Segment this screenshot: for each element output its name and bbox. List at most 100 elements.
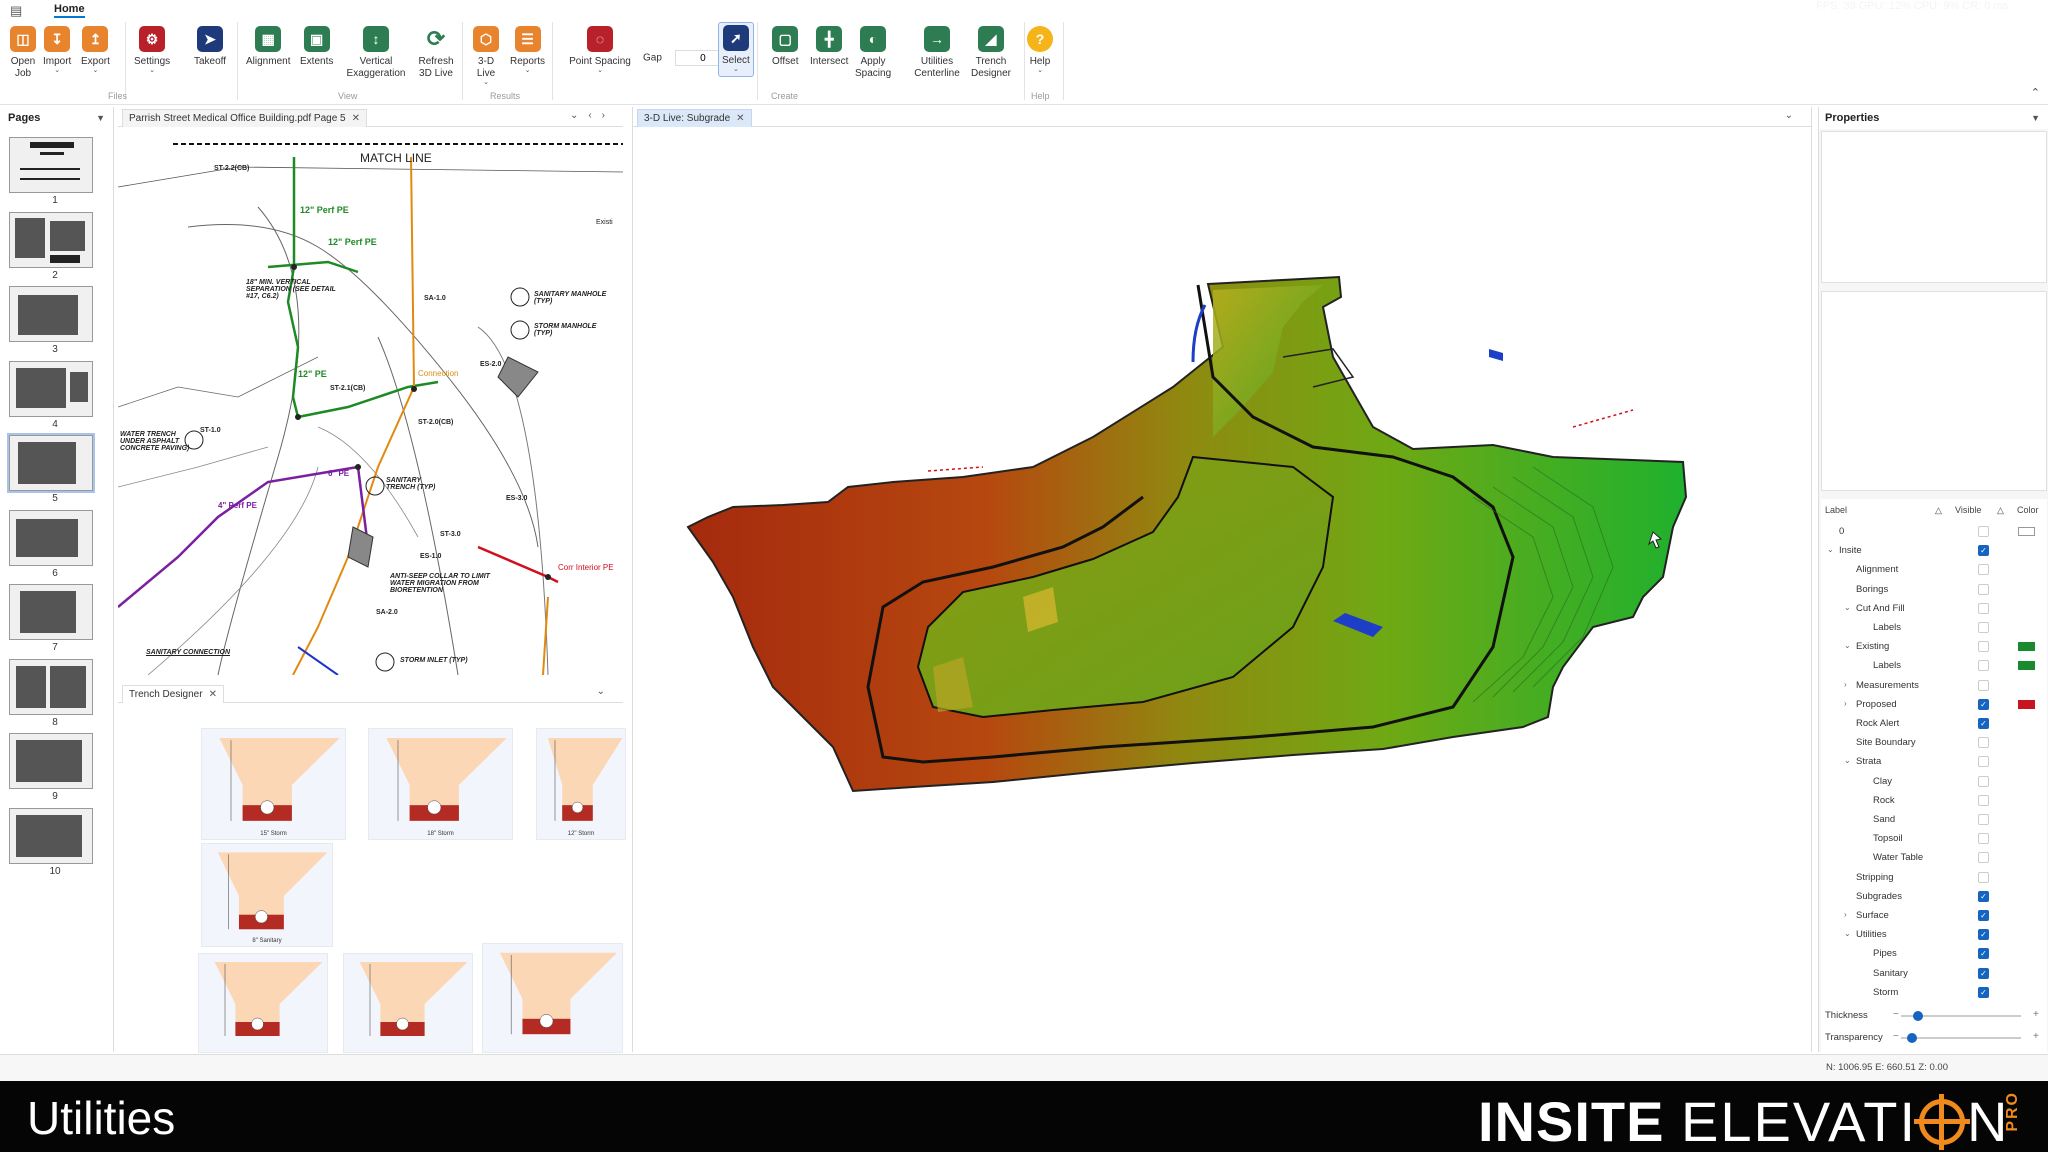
visible-checkbox[interactable] [1978, 622, 1989, 633]
visible-checkbox[interactable]: ✓ [1978, 929, 1989, 941]
vertical-exaggeration-button[interactable]: ↕ Vertical Exaggeration [341, 26, 411, 80]
refresh-3d-live-button[interactable]: ⟳ Refresh 3D Live [416, 26, 456, 80]
offset-button[interactable]: ▢ Offset [772, 26, 799, 68]
pdf-tab[interactable]: Parrish Street Medical Office Building.p… [122, 109, 367, 127]
apply-spacing-button[interactable]: ◐ Apply Spacing [855, 26, 891, 80]
3d-live-button[interactable]: ⬡ 3-D Live ⌄ [473, 26, 499, 86]
transparency-knob[interactable] [1907, 1033, 1917, 1043]
visible-checkbox[interactable] [1978, 871, 1989, 883]
pdf-drawing-canvas[interactable]: MATCH LINE 12" Perf PE 12" Perf PE 12" P… [118, 127, 623, 675]
minus-icon[interactable]: − [1893, 1031, 1899, 1042]
layer-row[interactable]: ⌄ Insite ✓ [1821, 542, 2047, 561]
page-thumbnail[interactable] [7, 433, 95, 493]
point-spacing-button[interactable]: ◌ Point Spacing ⌄ [567, 26, 633, 74]
expand-chevron-icon[interactable]: ⌄ [1844, 929, 1851, 938]
visible-checkbox[interactable]: ✓ [1978, 545, 1989, 557]
page-thumbnail[interactable] [9, 211, 93, 268]
alignment-button[interactable]: ▦ Alignment [246, 26, 290, 68]
layer-row[interactable]: Water Table [1821, 849, 2047, 868]
3d-terrain-viewport[interactable] [633, 127, 1811, 1051]
page-thumbnail[interactable] [9, 509, 93, 566]
layer-row[interactable]: 0 [1821, 523, 2047, 542]
3d-live-tab[interactable]: 3-D Live: Subgrade ✕ [637, 109, 752, 127]
thickness-knob[interactable] [1913, 1011, 1923, 1021]
visible-checkbox[interactable] [1978, 602, 1989, 614]
visible-checkbox[interactable] [1978, 775, 1989, 787]
visible-checkbox[interactable] [1978, 641, 1989, 653]
page-thumbnail[interactable] [9, 584, 93, 640]
visible-checkbox[interactable] [1978, 583, 1989, 595]
layer-row[interactable]: Labels [1821, 619, 2047, 638]
sort-icon[interactable]: △ [1997, 505, 2004, 516]
layer-row[interactable]: Subgrades ✓ [1821, 888, 2047, 907]
3d-dropdown-icon[interactable]: ⌄ [1785, 110, 1803, 121]
expand-chevron-icon[interactable]: ⌄ [1844, 603, 1851, 612]
layer-row[interactable]: Borings [1821, 581, 2047, 600]
pin-icon[interactable]: ▼ [96, 113, 105, 123]
layer-color-swatch[interactable] [2018, 527, 2035, 536]
page-thumbnail[interactable] [9, 658, 93, 715]
intersect-button[interactable]: ╋ Intersect [810, 26, 848, 68]
visible-checkbox[interactable] [1978, 833, 1989, 845]
page-thumbnail[interactable] [9, 733, 93, 789]
page-thumbnail[interactable] [9, 360, 93, 417]
layer-row[interactable]: Labels [1821, 657, 2047, 676]
visible-checkbox[interactable]: ✓ [1978, 890, 1989, 902]
expand-chevron-icon[interactable]: ⌄ [1827, 545, 1834, 554]
utilities-centerline-button[interactable]: → Utilities Centerline [912, 26, 962, 80]
trench-section-card[interactable]: 8" Sanitary [201, 843, 333, 947]
visible-checkbox[interactable] [1978, 526, 1989, 537]
expand-chevron-icon[interactable]: ⌄ [1844, 641, 1851, 650]
plus-icon[interactable]: + [2033, 1031, 2039, 1042]
layer-row[interactable]: Sand [1821, 811, 2047, 830]
import-button[interactable]: ↧ Import ⌄ [43, 26, 71, 74]
pin-icon[interactable]: ▼ [2031, 113, 2040, 123]
tab-navigation[interactable]: ⌄‹› [570, 110, 615, 121]
layer-row[interactable]: ⌄ Strata [1821, 753, 2047, 772]
visible-checkbox[interactable] [1978, 564, 1989, 576]
layer-color-swatch[interactable] [2018, 661, 2035, 671]
layer-row[interactable]: Site Boundary [1821, 734, 2047, 753]
visible-checkbox[interactable]: ✓ [1978, 698, 1989, 710]
layer-row[interactable]: › Surface ✓ [1821, 907, 2047, 926]
thickness-slider[interactable]: Thickness − + [1821, 1007, 2047, 1025]
app-menu-icon[interactable]: ▤ [10, 3, 32, 19]
layer-row[interactable]: ⌄ Cut And Fill [1821, 600, 2047, 619]
takeoff-button[interactable]: ➤ Takeoff [194, 26, 226, 68]
layer-row[interactable]: Clay [1821, 773, 2047, 792]
visible-checkbox[interactable]: ✓ [1978, 948, 1989, 960]
close-icon[interactable]: ✕ [209, 689, 217, 700]
layer-row[interactable]: Alignment [1821, 561, 2047, 580]
trench-section-card[interactable]: 18" Storm [368, 728, 513, 840]
trench-section-card[interactable]: 12" Storm [536, 728, 626, 840]
trench-dropdown-icon[interactable]: ⌄ [597, 686, 615, 697]
layer-row[interactable]: Storm ✓ [1821, 984, 2047, 1003]
open-job-button[interactable]: ◫ Open Job [8, 26, 38, 80]
expand-chevron-icon[interactable]: › [1844, 680, 1847, 689]
trench-section-card[interactable] [343, 953, 473, 1053]
trench-section-card[interactable] [198, 953, 328, 1053]
collapse-ribbon-icon[interactable]: ⌃ [2031, 86, 2040, 99]
visible-checkbox[interactable] [1978, 737, 1989, 749]
visible-checkbox[interactable]: ✓ [1978, 910, 1989, 921]
close-icon[interactable]: ✕ [736, 113, 744, 124]
select-button[interactable]: ➚ Select ⌄ [718, 22, 754, 77]
trench-tab[interactable]: Trench Designer ✕ [122, 685, 224, 703]
expand-chevron-icon[interactable]: ⌄ [1844, 756, 1851, 765]
visible-checkbox[interactable]: ✓ [1978, 986, 1989, 998]
visible-checkbox[interactable] [1978, 814, 1989, 825]
export-button[interactable]: ↥ Export ⌄ [81, 26, 110, 74]
gap-input[interactable] [674, 50, 719, 66]
extents-button[interactable]: ▣ Extents [300, 26, 333, 68]
layer-row[interactable]: Topsoil [1821, 830, 2047, 849]
visible-checkbox[interactable] [1978, 794, 1989, 806]
visible-checkbox[interactable] [1978, 756, 1989, 768]
layer-row[interactable]: Pipes ✓ [1821, 945, 2047, 964]
layer-row[interactable]: Sanitary ✓ [1821, 965, 2047, 984]
layer-row[interactable]: ⌄ Utilities ✓ [1821, 926, 2047, 945]
visible-checkbox[interactable]: ✓ [1978, 967, 1989, 979]
reports-button[interactable]: ☰ Reports ⌄ [510, 26, 545, 74]
layer-row[interactable]: ⌄ Existing [1821, 638, 2047, 657]
page-thumbnail[interactable] [9, 286, 93, 342]
visible-checkbox[interactable] [1978, 852, 1989, 864]
